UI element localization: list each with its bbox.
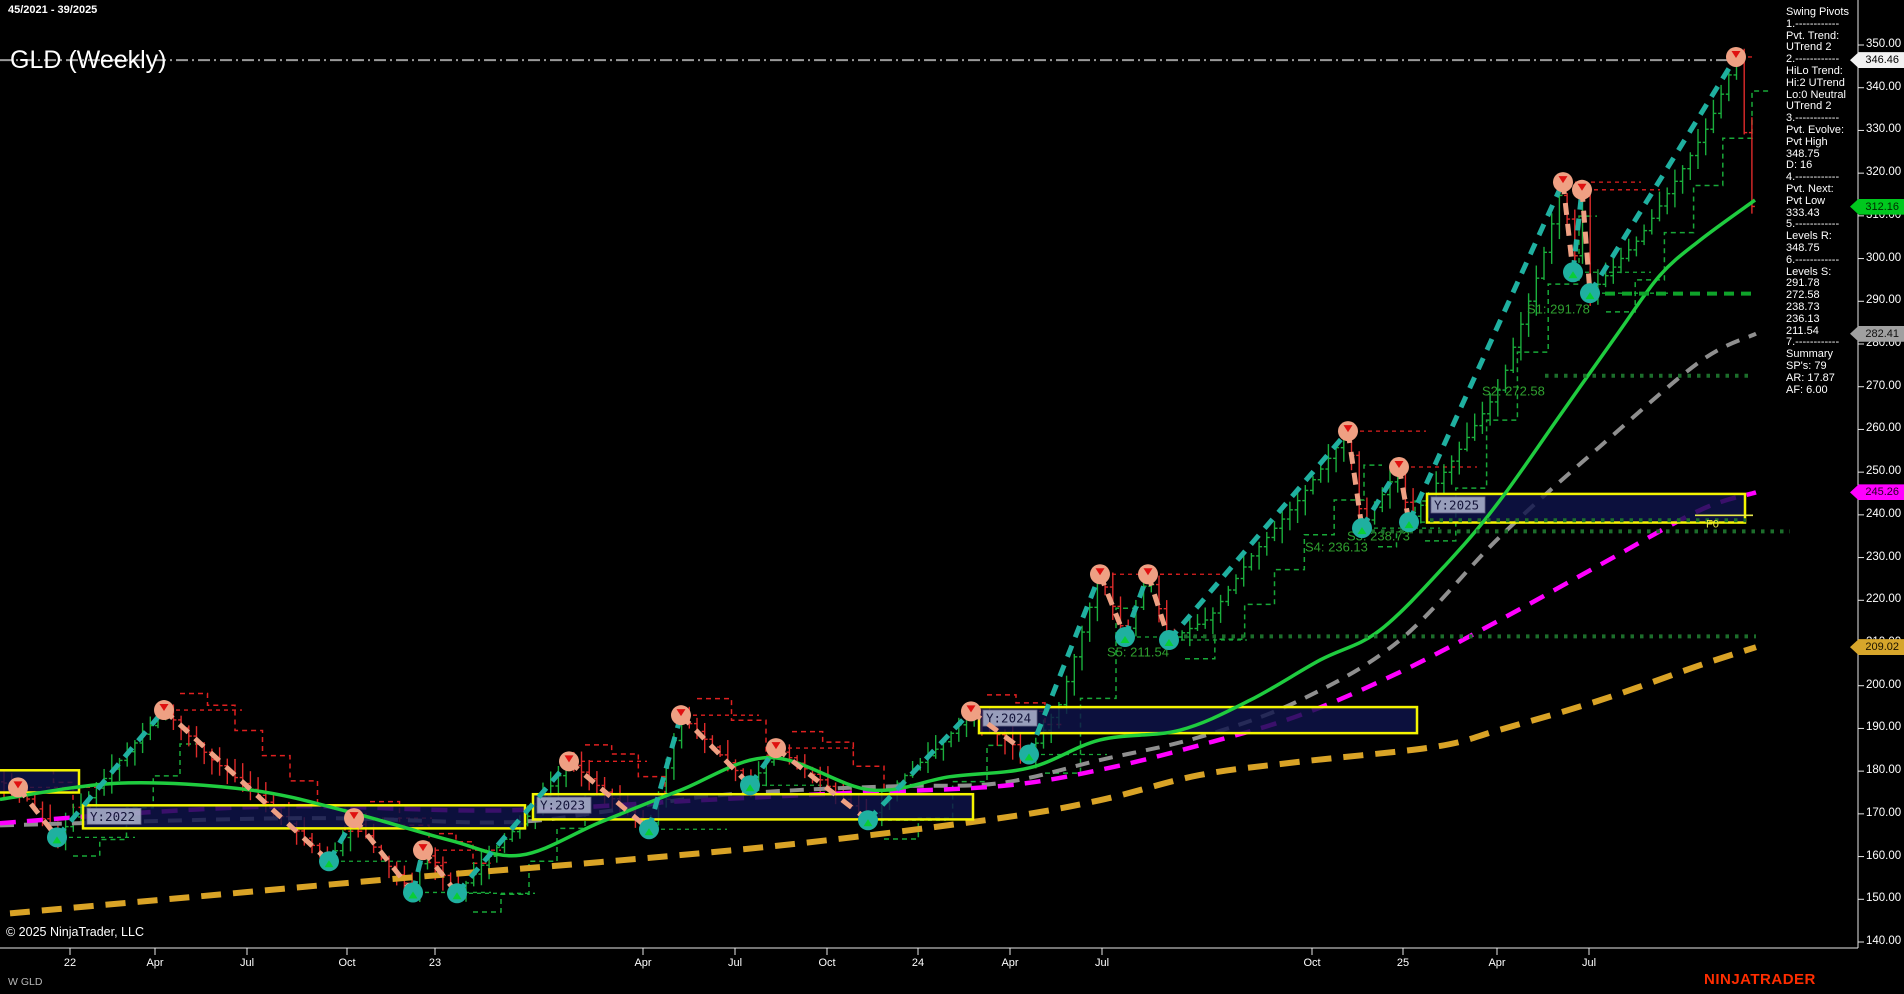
price-tick-label: 230.00 [1866, 551, 1901, 563]
panel-line: Hi:2 UTrend [1786, 78, 1849, 90]
date-range-label: 45/2021 - 39/2025 [8, 4, 97, 16]
price-tick-label: 170.00 [1866, 807, 1901, 819]
hilo-trail-down [792, 732, 902, 791]
time-tick-label: Jul [1082, 957, 1122, 969]
chart-title: GLD (Weekly) [10, 46, 167, 75]
price-badge: 346.46 [1850, 52, 1904, 68]
price-badge: 245.26 [1850, 484, 1904, 500]
panel-line: AF: 6.00 [1786, 385, 1849, 397]
panel-line: 236.13 [1786, 314, 1849, 326]
year-box-label: Y:2022 [90, 809, 135, 824]
time-tick-label: Apr [623, 957, 663, 969]
zigzag-leg-down [1348, 431, 1362, 528]
time-tick-label: Jul [1569, 957, 1609, 969]
price-tick-label: 260.00 [1866, 422, 1901, 434]
time-tick-label: Oct [807, 957, 847, 969]
time-tick-label: Oct [1292, 957, 1332, 969]
time-tick-label: 24 [898, 957, 938, 969]
ma-amber-line [10, 647, 1756, 913]
panel-line: 6.------------ [1786, 255, 1849, 267]
price-tick-label: 190.00 [1866, 721, 1901, 733]
f0-label: F0 [1706, 518, 1719, 530]
panel-line: Pvt Low [1786, 196, 1849, 208]
panel-line: 238.73 [1786, 302, 1849, 314]
price-tick-label: 150.00 [1866, 892, 1901, 904]
support-level-label: S1: 291.78 [1527, 302, 1590, 317]
panel-line: Pvt High [1786, 137, 1849, 149]
price-badge: 209.02 [1850, 639, 1904, 655]
plot-area: Y:2022 Y:2023 Y:2024 Y:2025 S1: 291.78 S2: 27… [0, 47, 1790, 913]
price-tick-label: 250.00 [1866, 465, 1901, 477]
time-tick-label: Apr [990, 957, 1030, 969]
price-tick-label: 180.00 [1866, 764, 1901, 776]
ma-green-line [0, 200, 1755, 856]
panel-line: 1.------------ [1786, 19, 1849, 31]
price-tick-label: 140.00 [1866, 935, 1901, 947]
price-tick-label: 300.00 [1866, 252, 1901, 264]
panel-line: SP's: 79 [1786, 361, 1849, 373]
time-tick-label: Jul [715, 957, 755, 969]
year-box-label: Y:2024 [986, 711, 1031, 726]
support-level-label: S5: 211.54 [1107, 644, 1169, 659]
time-tick-label: Oct [327, 957, 367, 969]
price-tick-label: 220.00 [1866, 593, 1901, 605]
price-tick-label: 320.00 [1866, 166, 1901, 178]
time-tick-label: Apr [1477, 957, 1517, 969]
year-box-label: Y:2023 [540, 798, 585, 813]
price-tick-label: 350.00 [1866, 38, 1901, 50]
panel-line: Pvt. Next: [1786, 184, 1849, 196]
panel-line: 348.75 [1786, 243, 1849, 255]
ma-gray-line [0, 334, 1756, 826]
price-badge: 282.41 [1850, 326, 1904, 342]
hilo-trail-up [1606, 91, 1770, 312]
time-tick-label: 22 [50, 957, 90, 969]
copyright-label: © 2025 NinjaTrader, LLC [6, 925, 144, 939]
panel-line: HiLo Trend: [1786, 66, 1849, 78]
time-tick-label: Apr [135, 957, 175, 969]
support-level-label: S4: 236.13 [1305, 539, 1368, 554]
price-tick-label: 200.00 [1866, 679, 1901, 691]
year-box-label: Y:2025 [1434, 497, 1479, 512]
price-tick-label: 290.00 [1866, 294, 1901, 306]
price-badge: 312.16 [1850, 199, 1904, 215]
time-tick-label: 23 [415, 957, 455, 969]
ninjatrader-logo: NINJATRADER [1704, 971, 1816, 988]
price-tick-label: 270.00 [1866, 380, 1901, 392]
panel-line: Pvt. Evolve: [1786, 125, 1849, 137]
year-range-box [83, 805, 525, 828]
zigzag-leg-up [1169, 431, 1348, 640]
zigzag-leg-up [1409, 182, 1563, 522]
price-tick-label: 330.00 [1866, 123, 1901, 135]
hilo-trail-down [585, 745, 683, 799]
year-range-boxes: Y:2022 Y:2023 Y:2024 Y:2025 [0, 494, 1745, 828]
support-levels: S1: 291.78S2: 272.58S3: 238.73S4: 236.13… [1107, 294, 1790, 660]
chart-canvas[interactable]: Y:2022 Y:2023 Y:2024 Y:2025 S1: 291.78 S2: 27… [0, 0, 1904, 994]
hilo-trail-up [1185, 465, 1382, 659]
price-tick-label: 160.00 [1866, 850, 1901, 862]
time-tick-label: 25 [1383, 957, 1423, 969]
price-tick-label: 240.00 [1866, 508, 1901, 520]
pivot-markers [8, 47, 1746, 903]
chart-window: Y:2022 Y:2023 Y:2024 Y:2025 S1: 291.78 S2: 27… [0, 0, 1904, 994]
instrument-label: W GLD [8, 976, 42, 988]
price-bars [1, 49, 1755, 902]
panel-line: AR: 17.87 [1786, 373, 1849, 385]
swing-zigzag [18, 57, 1736, 893]
swing-pivots-panel: Swing Pivots1.------------Pvt. Trend:UTr… [1786, 7, 1849, 396]
support-level-label: S2: 272.58 [1482, 384, 1545, 399]
year-range-box [533, 794, 973, 819]
price-tick-label: 340.00 [1866, 81, 1901, 93]
time-tick-label: Jul [227, 957, 267, 969]
zigzag-leg-up [1590, 57, 1736, 293]
